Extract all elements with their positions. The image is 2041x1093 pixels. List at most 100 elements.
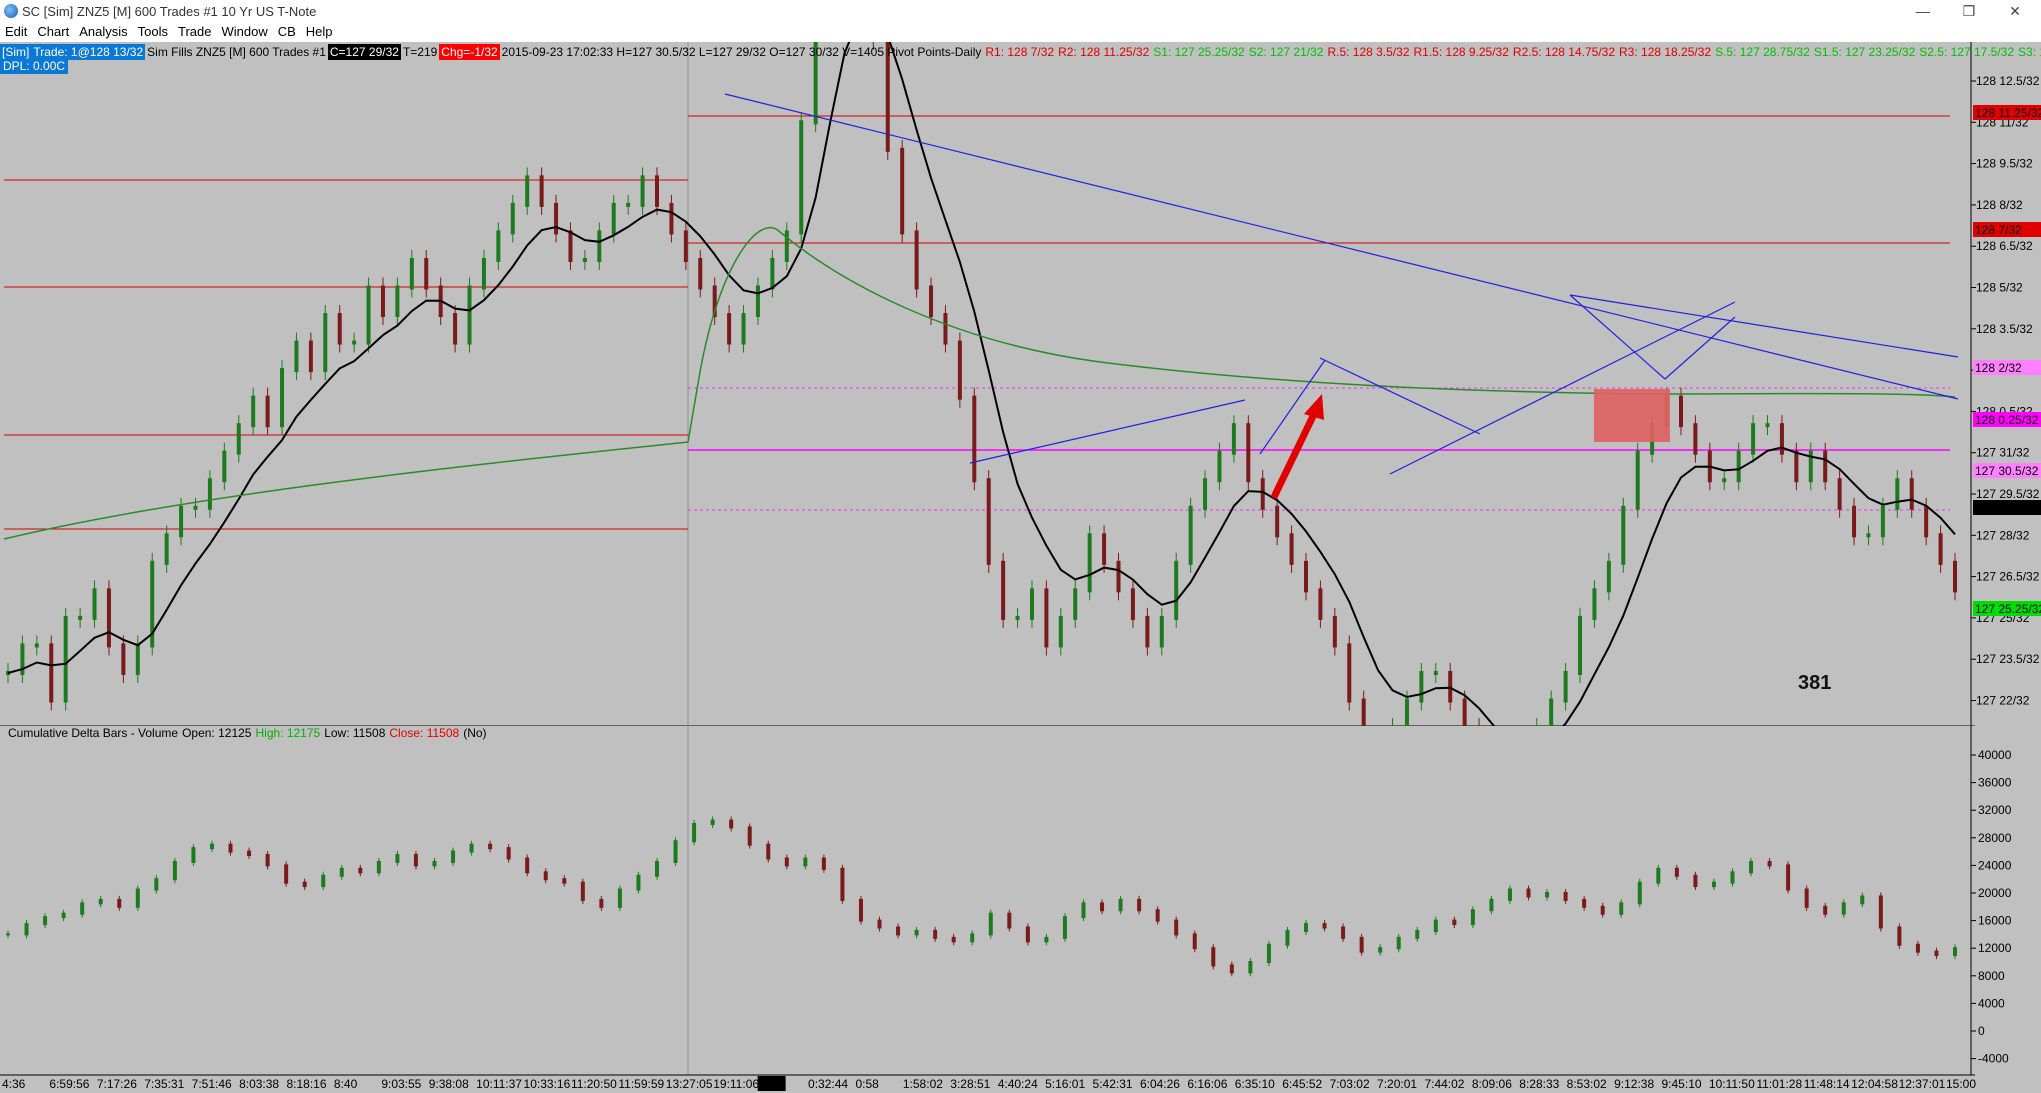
menu-analysis[interactable]: Analysis — [74, 22, 132, 39]
price-chart[interactable]: 128 12.5/32128 11/32128 9.5/32128 8/3212… — [0, 42, 2041, 726]
time-axis-label: 9:45:10 — [1662, 1077, 1702, 1091]
delta-bar — [1211, 947, 1216, 967]
candle-body — [1606, 560, 1611, 593]
delta-bar — [1396, 936, 1401, 950]
delta-tick-label: 28000 — [1978, 831, 2012, 845]
candle-body — [352, 340, 357, 345]
restore-button[interactable]: ❐ — [1946, 0, 1992, 22]
window-titlebar: SC [Sim] ZNZ5 [M] 600 Trades #1 10 Yr US… — [0, 0, 2041, 22]
delta-low: Low: 11508 — [324, 726, 386, 740]
menu-cb[interactable]: CB — [273, 22, 301, 39]
candle-body — [669, 202, 674, 235]
delta-bar — [1860, 895, 1865, 905]
price-marker-label: 128 11.25/32 — [1975, 106, 2041, 120]
menu-edit[interactable]: Edit — [0, 22, 32, 39]
time-axis-label: 11:01:28 — [1756, 1077, 1802, 1091]
price-tick-label: 128 8/32 — [1976, 198, 2023, 212]
candle-body — [943, 313, 948, 345]
time-axis-label: 7:03:02 — [1330, 1077, 1370, 1091]
delta-bar — [1730, 871, 1735, 884]
trendline[interactable] — [969, 399, 1246, 464]
candle-body — [1419, 670, 1424, 703]
delta-bar — [562, 878, 567, 884]
delta-bar — [1823, 905, 1828, 915]
delta-bar — [1378, 947, 1383, 953]
entry-zone-box[interactable] — [1594, 389, 1670, 442]
trendline[interactable] — [1569, 294, 1959, 358]
trendline[interactable] — [1319, 357, 1481, 435]
candle-body — [1895, 478, 1900, 510]
delta-bar — [1470, 909, 1475, 926]
candle-body — [784, 230, 789, 262]
price-tick-label: 127 29.5/32 — [1976, 487, 2040, 501]
delta-bar — [1359, 936, 1364, 953]
delta-tick-label: 0 — [1978, 1024, 1985, 1038]
candle-body — [914, 230, 919, 290]
delta-bar — [117, 898, 122, 908]
menu-tools[interactable]: Tools — [133, 22, 173, 39]
candle-body — [481, 257, 486, 290]
menu-trade[interactable]: Trade — [173, 22, 216, 39]
time-axis-label: 8:18:16 — [286, 1077, 326, 1091]
candle-body — [957, 340, 962, 400]
delta-bar — [729, 819, 734, 829]
candle-body — [1621, 505, 1626, 565]
window-title: SC [Sim] ZNZ5 [M] 600 Trades #1 10 Yr US… — [22, 4, 317, 19]
delta-bar — [1266, 943, 1271, 963]
candle-body — [1044, 588, 1049, 648]
delta-bar — [1545, 892, 1550, 898]
candle-body — [582, 257, 587, 262]
pivot-s3: S3: 127 — [2018, 45, 2041, 59]
candle-body — [366, 285, 371, 345]
time-axis-label: 0:58 — [855, 1077, 879, 1091]
delta-bar — [784, 857, 789, 867]
delta-bar — [284, 864, 289, 884]
time-axis-label: 7:20:01 — [1377, 1077, 1417, 1091]
time-axis-label: 8:28:33 — [1519, 1077, 1559, 1091]
delta-bar — [1600, 905, 1605, 915]
candle-body — [640, 175, 645, 207]
delta-tick-label: 4000 — [1978, 996, 2005, 1010]
trendline[interactable] — [1664, 316, 1736, 380]
candle-body — [323, 313, 328, 373]
trendline[interactable] — [724, 93, 1959, 400]
candle-body — [1087, 533, 1092, 593]
time-axis-label: 0:32:44 — [808, 1077, 848, 1091]
delta-bar — [1118, 898, 1123, 912]
fills-label: Sim Fills ZNZ5 [M] 600 Trades #1 — [147, 45, 326, 59]
delta-bar — [933, 929, 938, 939]
candle-body — [554, 202, 559, 235]
price-tick-label: 128 6.5/32 — [1976, 239, 2033, 253]
delta-bar — [191, 847, 196, 863]
price-tick-label: 127 23.5/32 — [1976, 652, 2040, 666]
cumulative-delta-chart[interactable]: 4000036000320002800024000200001600012000… — [0, 726, 2041, 1093]
menu-bar: Edit Chart Analysis Tools Trade Window CB Help — [0, 22, 2041, 42]
close-button[interactable]: ✕ — [1992, 0, 2038, 22]
candle-body — [121, 643, 126, 675]
candle-body — [1116, 560, 1121, 593]
minimize-button[interactable]: — — [1900, 0, 1946, 22]
candle-body — [337, 313, 342, 345]
candle-body — [380, 285, 385, 318]
delta-bar — [80, 902, 85, 915]
menu-window[interactable]: Window — [216, 22, 272, 39]
pivot-s15: S1.5: 127 23.25/32 — [1813, 45, 1916, 59]
delta-bar — [1637, 881, 1642, 905]
candle-body — [986, 478, 991, 565]
pivot-r05: R.5: 128 3.5/32 — [1327, 45, 1410, 59]
candle-body — [467, 285, 472, 345]
delta-bar — [1786, 864, 1791, 891]
trendline[interactable] — [1389, 301, 1736, 475]
price-tick-label: 128 5/32 — [1976, 281, 2023, 295]
delta-tick-label: 12000 — [1978, 941, 2012, 955]
menu-help[interactable]: Help — [301, 22, 338, 39]
candle-body — [49, 643, 54, 703]
time-axis-label: 10:33:16 — [524, 1077, 571, 1091]
delta-bar — [858, 898, 863, 922]
candle-body — [1145, 615, 1150, 648]
delta-bar — [1062, 916, 1067, 939]
menu-chart[interactable]: Chart — [32, 22, 74, 39]
candle-body — [1635, 450, 1640, 510]
candle-body — [1404, 698, 1409, 726]
candle-body — [1880, 505, 1885, 538]
